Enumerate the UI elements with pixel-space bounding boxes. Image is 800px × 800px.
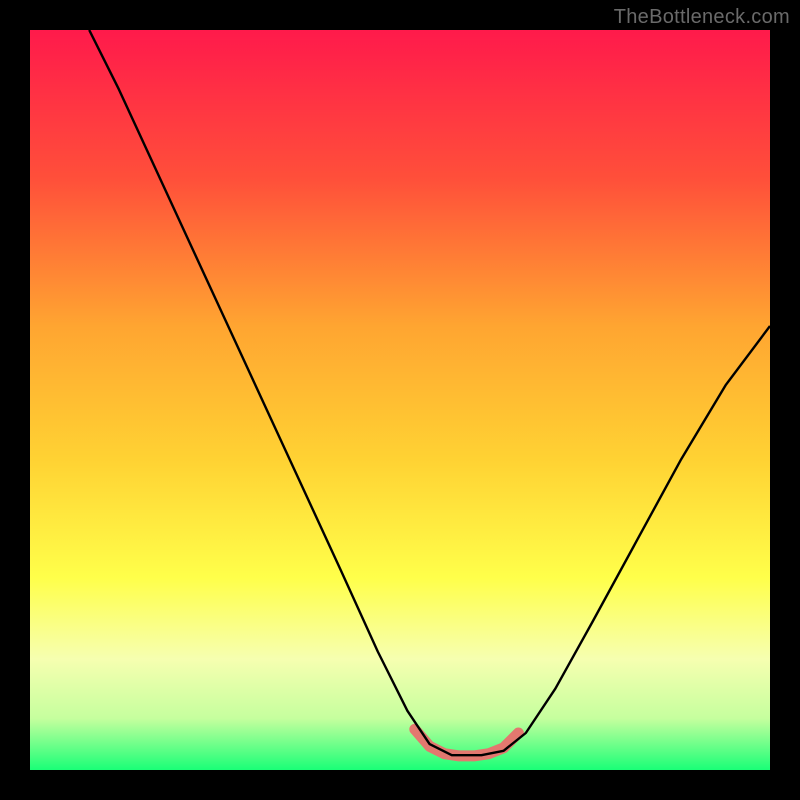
watermark-text: TheBottleneck.com — [614, 6, 790, 29]
chart-frame: TheBottleneck.com — [0, 0, 800, 800]
gradient-background — [30, 30, 770, 770]
plot-area — [30, 30, 770, 770]
bottleneck-chart — [30, 30, 770, 770]
